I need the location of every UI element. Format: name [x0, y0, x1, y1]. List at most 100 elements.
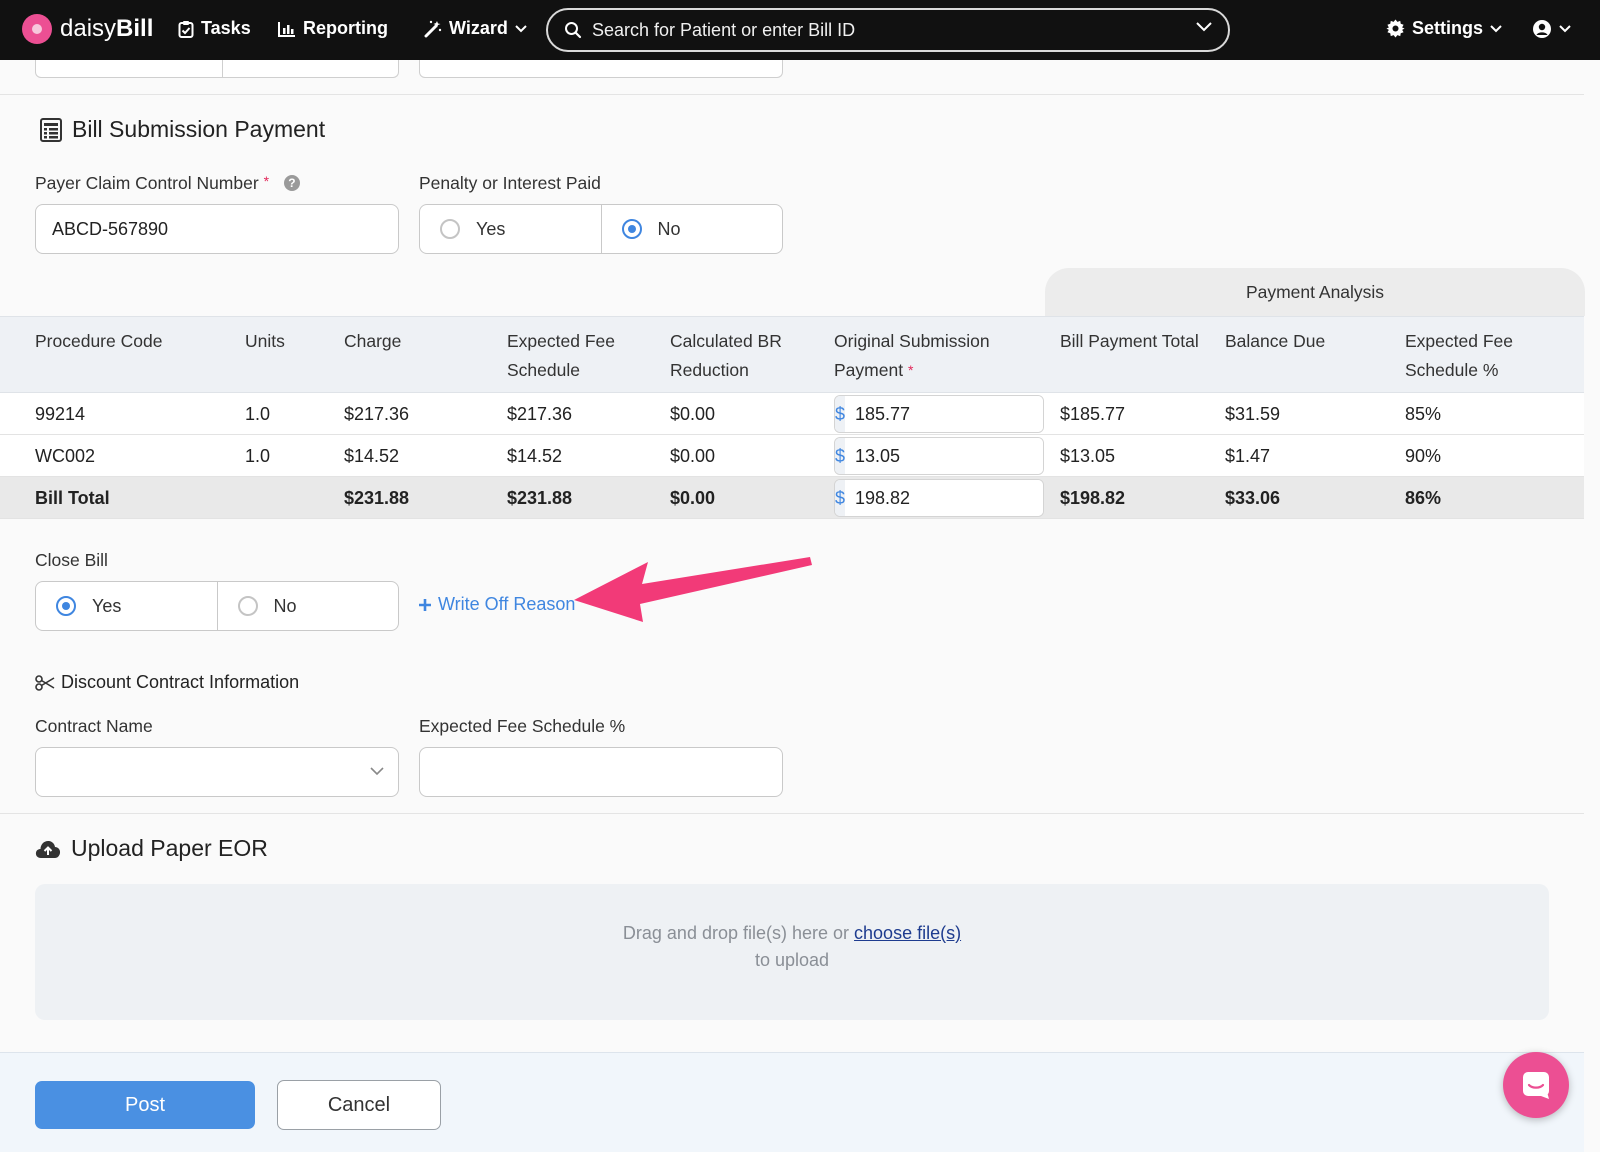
chevron-down-icon [515, 24, 527, 32]
th-orig-payment-line2-wrap: Payment * [834, 356, 990, 385]
magic-wand-icon [424, 20, 442, 37]
choose-files-link[interactable]: choose file(s) [854, 923, 961, 943]
cell-charge: $14.52 [344, 446, 400, 466]
cell-total-charge: $231.88 [344, 488, 410, 508]
required-asterisk: * [907, 362, 914, 378]
nav-wizard-label: Wizard [449, 18, 508, 38]
scissors-icon [35, 674, 55, 691]
close-bill-no-option[interactable]: No [216, 582, 399, 630]
th-orig-payment-line1: Original Submission [834, 331, 990, 351]
nav-wizard[interactable]: Wizard [424, 18, 527, 39]
annotation-arrow-icon [574, 557, 812, 622]
field-divider [222, 60, 223, 78]
payment-input[interactable] [845, 396, 1043, 432]
th-bill-payment-total: Bill Payment Total [1060, 327, 1199, 356]
dollar-prefix: $ [835, 396, 846, 432]
daisy-icon [22, 14, 52, 44]
penalty-no-label: No [657, 218, 681, 239]
cell-balance-due: $31.59 [1225, 404, 1281, 424]
payment-input[interactable] [845, 438, 1043, 474]
penalty-yes-option[interactable]: Yes [420, 205, 601, 253]
bar-chart-icon [278, 21, 295, 37]
claim-number-input[interactable] [35, 204, 399, 254]
close-bill-no-label: No [273, 595, 297, 616]
cell-br-reduction: $0.00 [670, 446, 716, 466]
file-dropzone[interactable]: Drag and drop file(s) here or choose fil… [35, 884, 1549, 1020]
th-expected-fee-line2: Schedule [507, 360, 580, 380]
cell-units: 1.0 [245, 404, 271, 424]
table-row: 99214 1.0 $217.36 $217.36 $0.00 $ $185.7… [0, 393, 1584, 435]
radio-off-icon [237, 596, 258, 616]
write-off-reason-link[interactable]: Write Off Reason [418, 594, 575, 615]
cell-balance-due: $1.47 [1225, 446, 1271, 466]
search-icon [565, 22, 582, 39]
cell-expected-pct: 85% [1405, 404, 1442, 424]
cloud-upload-icon [35, 840, 61, 858]
th-orig-payment-line2: Payment [834, 360, 904, 380]
payment-section-title: Bill Submission Payment [40, 116, 325, 143]
cell-total-bill-payment: $198.82 [1060, 488, 1126, 508]
fee-pct-input[interactable] [419, 747, 783, 797]
patient-search[interactable] [546, 8, 1230, 52]
nav-tasks[interactable]: Tasks [178, 18, 251, 39]
cell-units: 1.0 [245, 446, 271, 466]
upload-section-title: Upload Paper EOR [35, 835, 268, 862]
nav-settings[interactable]: Settings [1386, 18, 1502, 39]
clipboard-check-icon [178, 20, 194, 38]
search-chevron-down-icon[interactable] [1196, 22, 1212, 32]
th-expected-fee-line1: Expected Fee [507, 331, 615, 351]
cell-total-br-reduction: $0.00 [670, 488, 716, 508]
radio-on-icon [621, 219, 642, 239]
cell-bill-payment-total: $185.77 [1060, 404, 1126, 424]
payment-input-group: $ [834, 395, 1044, 433]
radio-on-icon [56, 596, 76, 616]
close-bill-label: Close Bill [35, 550, 108, 570]
cell-charge: $217.36 [344, 404, 410, 424]
write-off-reason-text: Write Off Reason [438, 594, 576, 614]
th-expected-fee: Expected Fee Schedule [507, 327, 615, 385]
th-units: Units [245, 331, 285, 351]
previous-field-group[interactable] [35, 60, 399, 78]
chevron-down-icon [370, 767, 384, 776]
table-total-row: Bill Total $231.88 $231.88 $0.00 $ $198.… [0, 477, 1584, 519]
cell-total-label: Bill Total [35, 488, 110, 508]
claim-number-label: Payer Claim Control Number * ? [35, 173, 300, 194]
cell-total-expected-pct: 86% [1405, 488, 1442, 508]
previous-date-field[interactable] [419, 60, 783, 78]
cancel-button[interactable]: Cancel [277, 1080, 441, 1130]
close-bill-yes-option[interactable]: Yes [36, 582, 217, 630]
user-menu[interactable] [1532, 19, 1571, 39]
chevron-down-icon [1559, 25, 1571, 33]
penalty-label: Penalty or Interest Paid [419, 173, 601, 193]
claim-number-label-text: Payer Claim Control Number [35, 173, 259, 193]
brand-logo[interactable]: daisyBill [22, 14, 153, 44]
chat-icon [1523, 1072, 1549, 1099]
nav-settings-label: Settings [1412, 18, 1484, 38]
chat-launcher[interactable] [1503, 1052, 1569, 1118]
cell-br-reduction: $0.00 [670, 404, 716, 424]
penalty-radio-group: Yes No [419, 204, 783, 254]
payment-analysis-header: Payment Analysis [1045, 268, 1585, 316]
discount-section-title: Discount Contract Information [35, 672, 299, 693]
post-button[interactable]: Post [35, 1081, 255, 1129]
nav-tasks-label: Tasks [201, 18, 251, 38]
fee-pct-label: Expected Fee Schedule % [419, 716, 626, 736]
payment-input-group: $ [834, 437, 1044, 475]
contract-name-select[interactable] [35, 747, 399, 797]
search-input[interactable] [592, 19, 1172, 41]
section-divider [0, 813, 1584, 814]
th-procedure-code: Procedure Code [35, 331, 163, 351]
help-icon[interactable]: ? [283, 175, 300, 191]
payment-section-title-text: Bill Submission Payment [72, 116, 326, 142]
penalty-no-option[interactable]: No [600, 205, 783, 253]
discount-section-title-text: Discount Contract Information [61, 672, 300, 692]
payment-total-input[interactable] [845, 480, 1043, 516]
th-calc-br: Calculated BR Reduction [670, 327, 782, 385]
brand-suffix: Bill [116, 15, 154, 42]
upload-section-title-text: Upload Paper EOR [71, 835, 268, 861]
th-calc-br-line2: Reduction [670, 360, 749, 380]
penalty-yes-label: Yes [476, 218, 506, 239]
plus-icon [419, 598, 431, 611]
nav-reporting[interactable]: Reporting [278, 18, 388, 39]
dollar-prefix: $ [835, 480, 846, 516]
